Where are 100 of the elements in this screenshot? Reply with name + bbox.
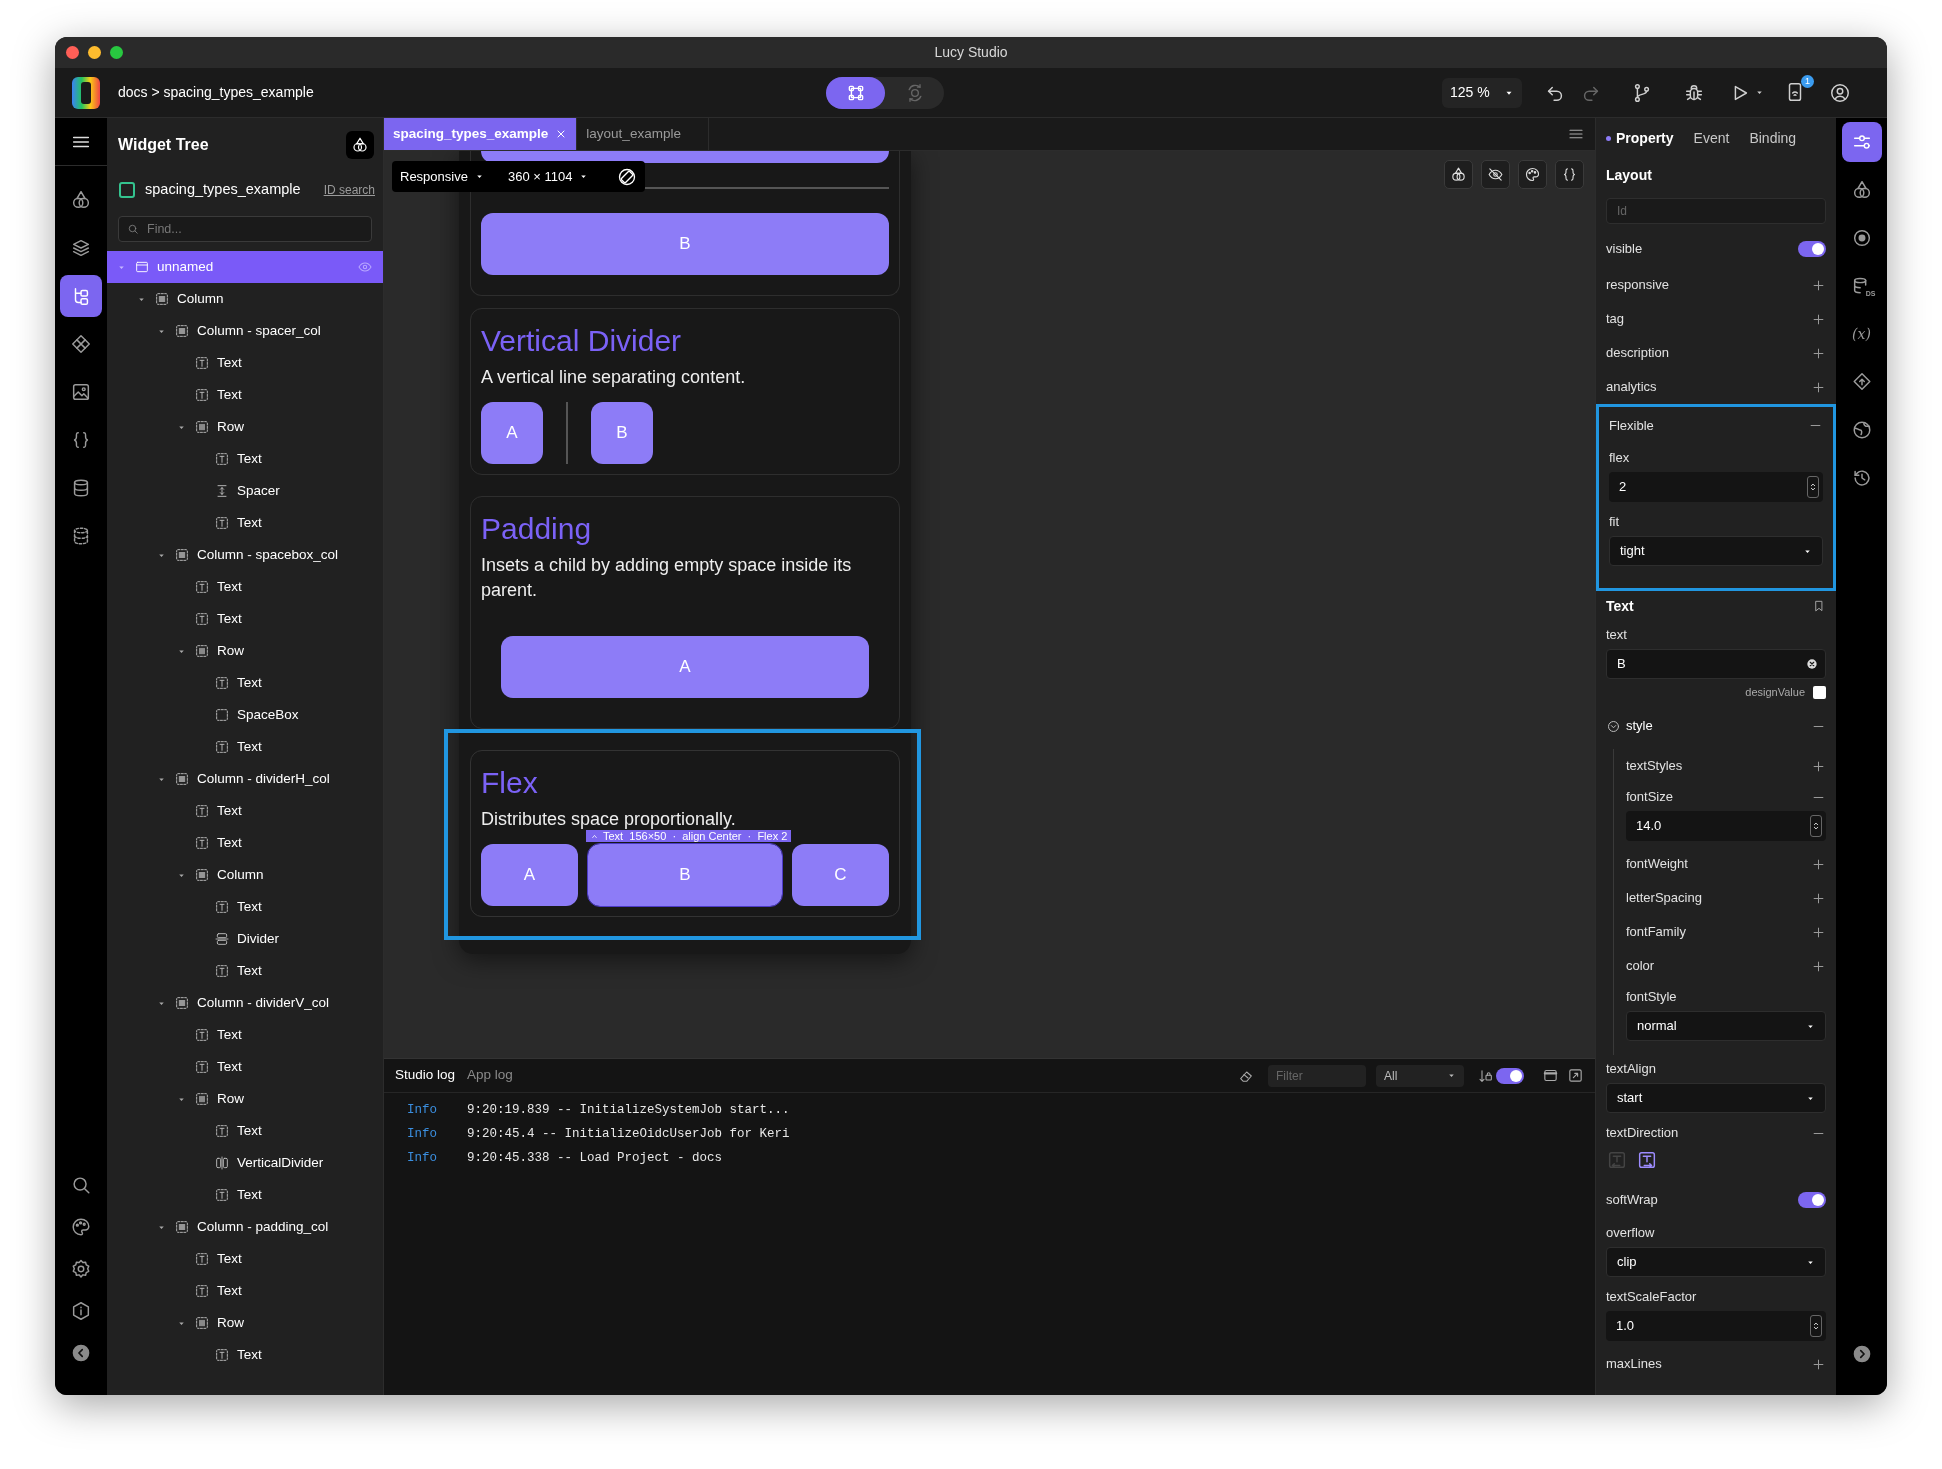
tree-item[interactable]: Text <box>107 667 383 699</box>
checkbox[interactable] <box>1813 685 1826 699</box>
bookmark-icon[interactable] <box>1812 599 1826 613</box>
canvas-tool-button[interactable] <box>1444 160 1473 189</box>
property-tab[interactable]: Event <box>1693 127 1730 149</box>
stepper-icon[interactable] <box>1810 1315 1822 1337</box>
number-field[interactable]: 2 <box>1609 472 1823 502</box>
tree-item[interactable]: Row <box>107 635 383 667</box>
text-widget-icon <box>194 355 210 371</box>
select-field[interactable]: tight <box>1609 536 1823 566</box>
canvas-tool-button[interactable] <box>1481 160 1510 189</box>
tree-item[interactable]: SpaceBox <box>107 699 383 731</box>
tree-item[interactable]: Text <box>107 1243 383 1275</box>
editor-tab[interactable]: layout_example <box>577 118 710 150</box>
filter-field[interactable]: Filter <box>1268 1064 1366 1087</box>
tree-item[interactable]: Text <box>107 1275 383 1307</box>
close-button[interactable] <box>66 46 79 59</box>
stepper-icon[interactable] <box>1807 476 1819 498</box>
checkbox[interactable] <box>119 182 135 198</box>
tree-item[interactable]: Text <box>107 603 383 635</box>
toggle-switch[interactable] <box>1798 241 1826 257</box>
sort-lock-icon[interactable] <box>1478 1067 1494 1084</box>
tree-item[interactable]: Column - spacer_col <box>107 315 383 347</box>
shapes-button[interactable] <box>346 131 374 159</box>
plus-icon[interactable] <box>1811 758 1826 774</box>
tree-item[interactable]: Text <box>107 1051 383 1083</box>
select-field[interactable]: start <box>1606 1083 1826 1113</box>
number-field[interactable]: 1.0 <box>1606 1311 1826 1341</box>
tree-item[interactable]: Column <box>107 859 383 891</box>
tree-item[interactable]: Row <box>107 411 383 443</box>
device-size-dropdown[interactable]: 360 × 1104 <box>507 166 589 187</box>
minimize-button[interactable] <box>88 46 101 59</box>
tree-item[interactable]: Text <box>107 443 383 475</box>
tree-item[interactable]: Text <box>107 955 383 987</box>
canvas-tool-button[interactable] <box>1555 160 1584 189</box>
text-field[interactable]: B <box>1606 649 1826 679</box>
tree-item[interactable]: Column - padding_col <box>107 1211 383 1243</box>
tree-item[interactable]: Text <box>107 795 383 827</box>
plus-icon[interactable] <box>1811 277 1826 293</box>
account-icon[interactable] <box>1829 81 1851 104</box>
plus-icon[interactable] <box>1811 924 1826 940</box>
tree-item[interactable]: Text <box>107 507 383 539</box>
plus-icon[interactable] <box>1811 311 1826 327</box>
level-dropdown[interactable]: All <box>1376 1064 1464 1087</box>
tree-item[interactable]: Text <box>107 571 383 603</box>
text-direction-icon[interactable] <box>1636 1149 1658 1171</box>
id-field[interactable]: Id <box>1606 198 1826 224</box>
clear-icon[interactable] <box>1805 657 1819 671</box>
tree-item[interactable]: Text <box>107 1019 383 1051</box>
canvas-tool-button[interactable] <box>1518 160 1547 189</box>
editor-tab[interactable]: spacing_types_example <box>384 118 578 150</box>
panel-icon[interactable] <box>1542 1067 1559 1084</box>
expand-icon[interactable] <box>1567 1067 1584 1084</box>
zoom-dropdown[interactable]: 125 % <box>1442 77 1522 108</box>
device-mode-dropdown[interactable]: Responsive <box>400 166 484 187</box>
log-tab[interactable]: Studio log <box>395 1065 456 1086</box>
tree-item[interactable]: Column <box>107 283 383 315</box>
plus-icon[interactable] <box>1811 856 1826 872</box>
plus-icon[interactable] <box>1811 890 1826 906</box>
tree-item[interactable]: Text <box>107 1115 383 1147</box>
zoom-button[interactable] <box>110 46 123 59</box>
tree-item[interactable]: Text <box>107 1179 383 1211</box>
tree-item[interactable]: Spacer <box>107 475 383 507</box>
select-field[interactable]: clip <box>1606 1247 1826 1277</box>
tree-item[interactable]: Text <box>107 347 383 379</box>
tree-item[interactable]: Text <box>107 731 383 763</box>
log-tab[interactable]: App log <box>467 1065 513 1086</box>
property-tab[interactable]: Binding <box>1749 127 1797 149</box>
chevron-down-icon[interactable] <box>1606 718 1621 734</box>
plus-icon[interactable] <box>1811 345 1826 361</box>
tree-item[interactable]: Row <box>107 1083 383 1115</box>
plus-icon[interactable] <box>1811 1356 1826 1372</box>
tree-item[interactable]: Row <box>107 1307 383 1339</box>
sidebar-button[interactable]: (x) <box>1841 314 1882 354</box>
tree-item[interactable]: Text <box>107 827 383 859</box>
tree-item[interactable]: Text <box>107 891 383 923</box>
stepper-icon[interactable] <box>1810 815 1822 837</box>
mode-button[interactable] <box>826 76 885 109</box>
sidebar-button[interactable] <box>1841 122 1882 162</box>
sidebar-button[interactable] <box>60 275 102 317</box>
toggle-switch[interactable] <box>1798 1192 1826 1208</box>
tree-item[interactable]: VerticalDivider <box>107 1147 383 1179</box>
property-tab[interactable]: Property <box>1606 127 1674 149</box>
id-search-link[interactable]: ID search <box>323 181 375 199</box>
tree-item[interactable]: Divider <box>107 923 383 955</box>
number-field[interactable]: 14.0 <box>1626 811 1826 841</box>
shapes-icon <box>351 136 369 154</box>
search-field[interactable]: Find... <box>118 216 372 242</box>
tree-item[interactable]: Column - dividerV_col <box>107 987 383 1019</box>
tree-item[interactable]: Column - spacebox_col <box>107 539 383 571</box>
toggle-switch[interactable] <box>1496 1067 1524 1084</box>
tree-item[interactable]: Text <box>107 1339 383 1371</box>
plus-icon[interactable] <box>1811 958 1826 974</box>
tree-item[interactable]: Column - dividerH_col <box>107 763 383 795</box>
demo-button[interactable] <box>481 151 889 163</box>
select-field[interactable]: normal <box>1626 1011 1826 1041</box>
rotate-icon[interactable] <box>617 166 637 187</box>
tree-item[interactable]: Text <box>107 379 383 411</box>
plus-icon[interactable] <box>1811 379 1826 395</box>
caret-icon[interactable] <box>1755 88 1764 97</box>
